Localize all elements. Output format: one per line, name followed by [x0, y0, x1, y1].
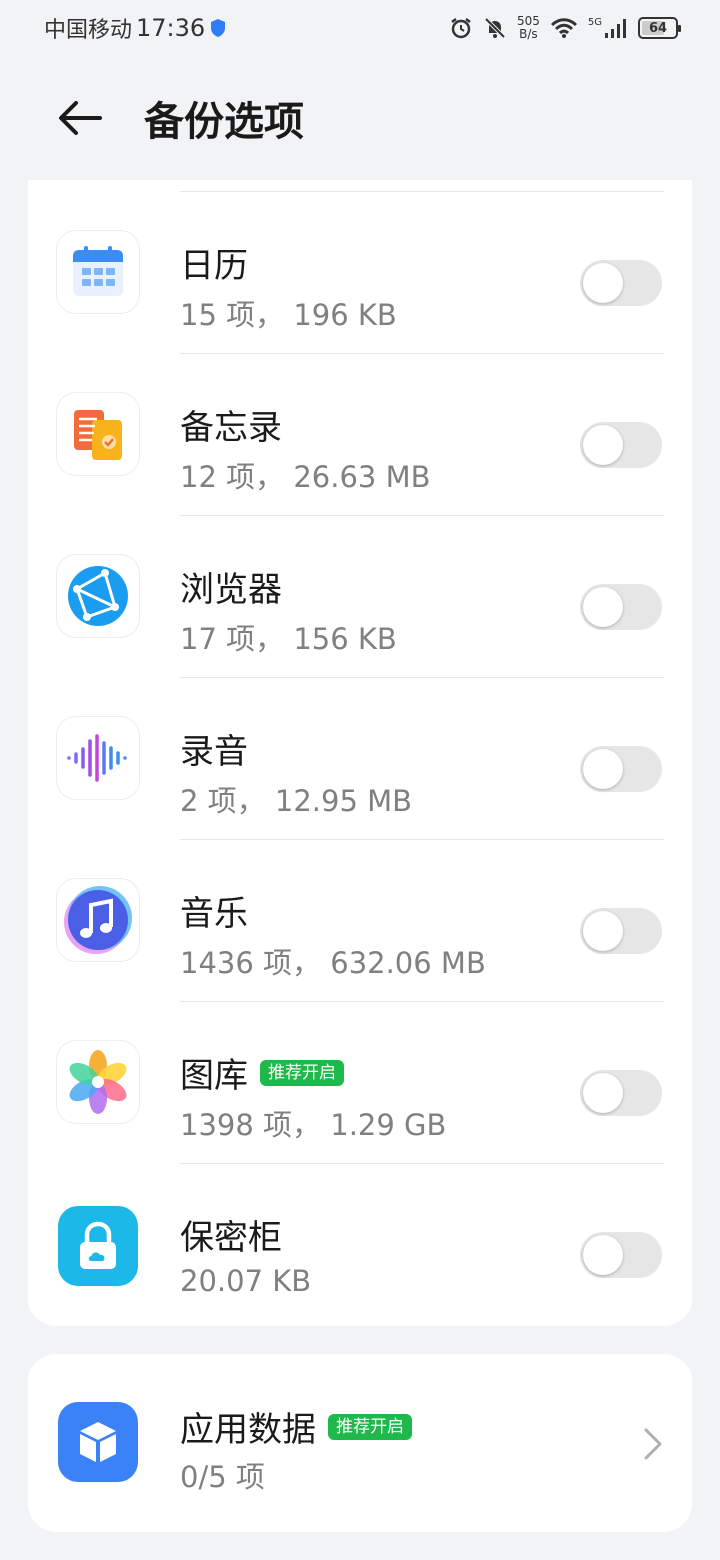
list-item-recorder[interactable]: 录音 2 项， 12.95 MB [28, 678, 692, 840]
mute-bell-icon [484, 17, 506, 39]
item-detail: 2 项， 12.95 MB [180, 784, 413, 818]
item-title: 备忘录 [180, 400, 282, 449]
item-title: 保密柜 [180, 1210, 282, 1259]
toggle-knob [583, 911, 623, 951]
calendar-icon [56, 230, 140, 314]
app-data-card: 应用数据 推荐开启 0/5 项 [28, 1354, 692, 1532]
backup-items-card: 日历 15 项， 196 KB 备忘录 12 项， 26.63 MB 浏览器 1… [28, 180, 692, 1326]
item-name: 应用数据 [180, 1410, 316, 1450]
item-name: 保密柜 [180, 1218, 282, 1258]
net-speed-unit: B/s [519, 27, 538, 41]
notes-icon [56, 392, 140, 476]
back-arrow-icon [59, 101, 102, 135]
header: 备份选项 [0, 70, 720, 166]
item-detail: 0/5 项 [180, 1460, 265, 1494]
list-item-browser[interactable]: 浏览器 17 项， 156 KB [28, 516, 692, 678]
back-button[interactable] [50, 88, 110, 148]
clock: 17:36 [136, 14, 206, 42]
list-item-gallery[interactable]: 图库 推荐开启 1398 项， 1.29 GB [28, 1002, 692, 1164]
net-speed: 505 B/s [517, 15, 540, 41]
item-detail: 20.07 KB [180, 1264, 312, 1298]
gallery-toggle[interactable] [580, 1070, 662, 1116]
shield-icon [211, 19, 226, 37]
item-title: 音乐 [180, 886, 248, 935]
calendar-toggle[interactable] [580, 260, 662, 306]
status-right: 505 B/s 5G 64 [449, 15, 681, 41]
item-detail: 12 项， 26.63 MB [180, 460, 431, 494]
item-name: 音乐 [180, 894, 248, 934]
network-type: 5G [587, 17, 602, 28]
browser-icon [56, 554, 140, 638]
item-detail: 1436 项， 632.06 MB [180, 946, 486, 980]
item-detail: 17 项， 156 KB [180, 622, 397, 656]
item-title: 图库 推荐开启 [180, 1048, 344, 1097]
item-name: 图库 [180, 1056, 248, 1096]
item-name: 日历 [180, 246, 248, 286]
app-data-icon [58, 1402, 138, 1482]
status-bar: 中国移动 17:36 505 B/s 5G 64 [0, 0, 720, 56]
item-name: 录音 [180, 732, 248, 772]
item-detail: 1398 项， 1.29 GB [180, 1108, 447, 1142]
gallery-icon [56, 1040, 140, 1124]
toggle-knob [583, 1073, 623, 1113]
item-name: 备忘录 [180, 408, 282, 448]
list-item-notes[interactable]: 备忘录 12 项， 26.63 MB [28, 354, 692, 516]
notes-toggle[interactable] [580, 422, 662, 468]
toggle-knob [583, 1235, 623, 1275]
list-item-app-data[interactable]: 应用数据 推荐开启 0/5 项 [28, 1354, 692, 1532]
item-title: 日历 [180, 238, 248, 287]
carrier-label: 中国移动 [44, 18, 133, 43]
toggle-knob [583, 749, 623, 789]
list-item-music[interactable]: 音乐 1436 项， 632.06 MB [28, 840, 692, 1002]
safe-icon [58, 1206, 138, 1286]
item-title: 浏览器 [180, 562, 282, 611]
music-toggle[interactable] [580, 908, 662, 954]
item-detail: 15 项， 196 KB [180, 298, 397, 332]
toggle-knob [583, 587, 623, 627]
toggle-knob [583, 263, 623, 303]
wifi-icon [550, 18, 577, 38]
alarm-icon [451, 18, 471, 39]
browser-toggle[interactable] [580, 584, 662, 630]
item-title: 录音 [180, 724, 248, 773]
music-icon [56, 878, 140, 962]
battery-indicator: 64 [638, 17, 681, 39]
recommend-badge: 推荐开启 [328, 1413, 412, 1440]
list-item-calendar[interactable]: 日历 15 项， 196 KB [28, 192, 692, 354]
recorder-toggle[interactable] [580, 746, 662, 792]
item-name: 浏览器 [180, 570, 282, 610]
battery-level: 64 [648, 20, 668, 36]
recommend-badge: 推荐开启 [260, 1059, 344, 1086]
recorder-icon [56, 716, 140, 800]
toggle-knob [583, 425, 623, 465]
item-title: 应用数据 推荐开启 [180, 1402, 412, 1451]
safe-toggle[interactable] [580, 1232, 662, 1278]
chevron-right-icon [644, 1428, 662, 1460]
signal-icon [605, 19, 626, 38]
list-item-safe[interactable]: 保密柜 20.07 KB [28, 1164, 692, 1326]
page-title: 备份选项 [144, 99, 304, 145]
status-left: 中国移动 17:36 [44, 12, 227, 44]
